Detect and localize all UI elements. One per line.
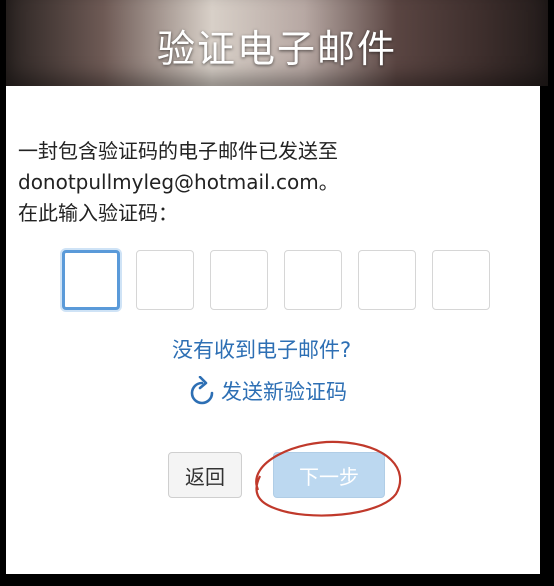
instruction-line-3: 在此输入验证码： [18,201,178,225]
code-digit-2[interactable] [136,250,194,310]
screenshot-frame: 验证电子邮件 一封包含验证码的电子邮件已发送至 donotpullmyleg@h… [0,0,554,586]
instruction-line-1: 一封包含验证码的电子邮件已发送至 [18,139,338,163]
code-digit-1[interactable] [62,250,120,310]
code-digit-5[interactable] [358,250,416,310]
instructions: 一封包含验证码的电子邮件已发送至 donotpullmyleg@hotmail.… [18,136,538,229]
code-digit-3[interactable] [210,250,268,310]
code-digit-4[interactable] [284,250,342,310]
code-digit-6[interactable] [432,250,490,310]
title-bar: 验证电子邮件 [6,0,548,86]
back-button[interactable]: 返回 [168,452,242,498]
window-title: 验证电子邮件 [156,27,397,71]
resend-code-link[interactable]: 发送新验证码 [189,376,347,406]
email-address: donotpullmyleg@hotmail.com。 [18,170,339,194]
refresh-icon [190,376,214,405]
verification-panel: 一封包含验证码的电子邮件已发送至 donotpullmyleg@hotmail.… [6,86,540,574]
no-email-link[interactable]: 没有收到电子邮件? [172,334,351,364]
next-button[interactable]: 下一步 [273,452,385,498]
resend-code-label: 发送新验证码 [221,380,347,404]
